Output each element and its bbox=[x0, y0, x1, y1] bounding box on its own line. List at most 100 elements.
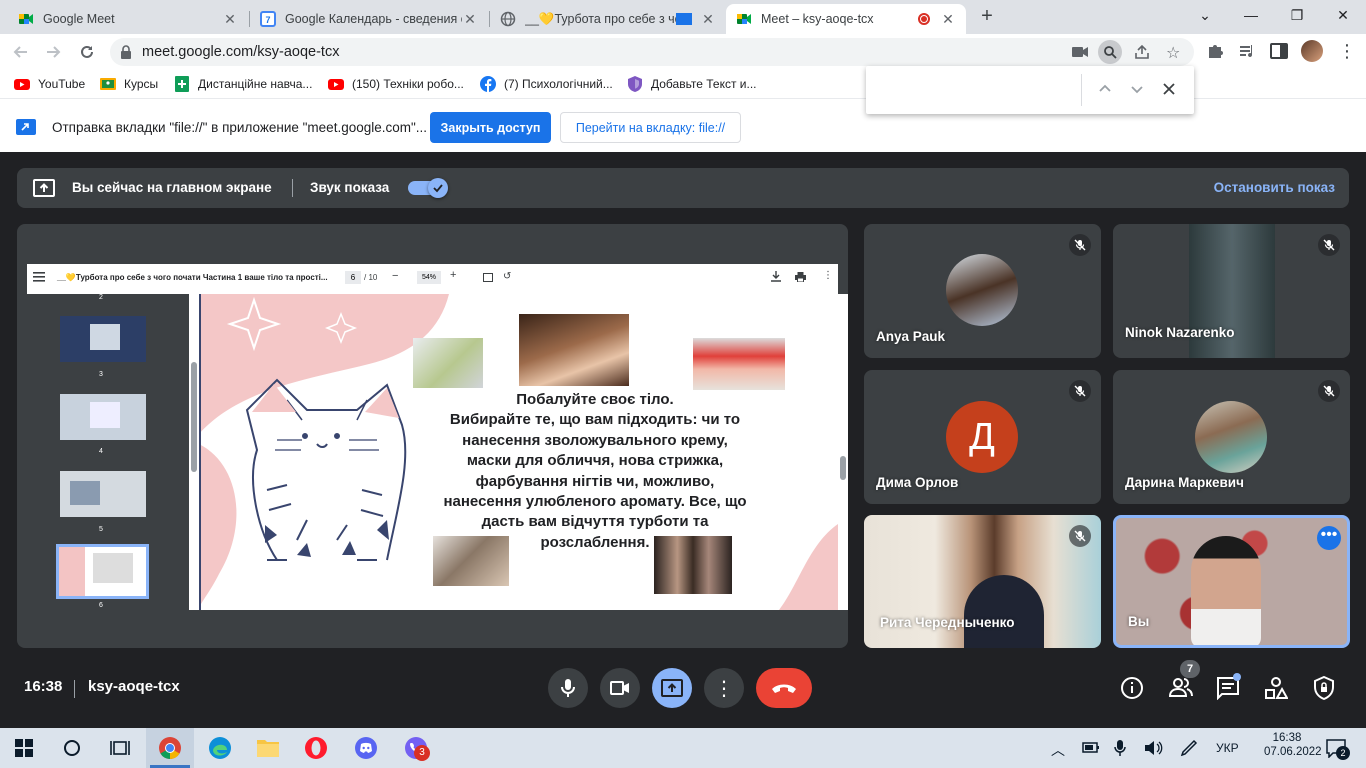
rotate-icon[interactable]: ↺ bbox=[503, 271, 511, 282]
extensions-puzzle-icon[interactable] bbox=[1206, 42, 1226, 62]
bookmark-youtube[interactable]: YouTube bbox=[14, 70, 85, 98]
battery-icon[interactable] bbox=[1082, 740, 1100, 754]
activities-shapes-icon[interactable] bbox=[1264, 676, 1288, 700]
bookmark-kursy[interactable]: Курсы bbox=[100, 70, 158, 98]
pdf-page-input[interactable]: 6 bbox=[345, 271, 361, 284]
address-bar[interactable]: meet.google.com/ksy-aoqe-tcx ☆ bbox=[110, 38, 1194, 66]
search-circle-icon[interactable] bbox=[48, 728, 96, 768]
pdf-thumb-3[interactable] bbox=[60, 316, 146, 362]
find-previous-chevron-up-icon[interactable] bbox=[1096, 80, 1114, 98]
globe-icon bbox=[500, 11, 516, 27]
participants-people-icon[interactable] bbox=[1168, 676, 1194, 698]
windows-start-icon[interactable] bbox=[0, 728, 48, 768]
close-tab-icon[interactable]: ✕ bbox=[462, 11, 478, 27]
participant-tile[interactable]: Ninok Nazarenko bbox=[1113, 224, 1350, 358]
pdf-thumb-4[interactable] bbox=[60, 394, 146, 440]
participant-tile[interactable]: Anya Pauk bbox=[864, 224, 1101, 358]
browser-menu-kebab-icon[interactable]: ⋮ bbox=[1338, 42, 1356, 60]
close-tab-icon[interactable]: ✕ bbox=[700, 11, 716, 27]
more-options-kebab-icon[interactable]: ⋮ bbox=[704, 668, 744, 708]
presentation-audio-toggle[interactable] bbox=[408, 178, 448, 198]
minimize-icon[interactable]: — bbox=[1228, 0, 1274, 30]
pdf-thumb-5[interactable] bbox=[60, 471, 146, 517]
task-view-icon[interactable] bbox=[96, 728, 144, 768]
switch-to-tab-button[interactable]: Перейти на вкладку: file:// bbox=[560, 112, 741, 143]
thumb-scrollbar[interactable] bbox=[189, 294, 199, 610]
discord-taskbar-icon[interactable] bbox=[342, 728, 390, 768]
bookmark-add-text[interactable]: Добавьте Текст и... bbox=[627, 70, 757, 98]
bookmark-star-icon[interactable]: ☆ bbox=[1166, 43, 1180, 63]
find-input[interactable] bbox=[874, 74, 1080, 106]
close-tab-icon[interactable]: ✕ bbox=[940, 11, 956, 27]
zoom-out-minus-icon[interactable]: − bbox=[392, 270, 398, 282]
leave-call-button[interactable] bbox=[756, 668, 812, 708]
profile-avatar[interactable] bbox=[1301, 40, 1323, 62]
bookmark-psychology[interactable]: (7) Психологічний... bbox=[480, 70, 613, 98]
page-scrollbar[interactable] bbox=[838, 294, 848, 610]
mic-off-icon bbox=[1069, 234, 1091, 256]
zoom-in-plus-icon[interactable]: + bbox=[450, 269, 456, 281]
avatar bbox=[1195, 401, 1267, 473]
tray-microphone-icon[interactable] bbox=[1114, 739, 1126, 757]
pdf-thumbnail-sidebar: 2 3 4 5 6 bbox=[27, 294, 189, 610]
download-icon[interactable] bbox=[771, 271, 781, 282]
slide-line: нанесення зволожувального крему, bbox=[462, 431, 728, 449]
toggle-check-icon bbox=[428, 178, 448, 198]
restore-icon[interactable]: ❐ bbox=[1274, 0, 1320, 30]
tray-chevron-up-icon[interactable]: ︿ bbox=[1051, 740, 1065, 760]
tab-title: __💛Турбота про себе з чо bbox=[525, 11, 676, 26]
bookmark-distance-learning[interactable]: Дистанційне навча... bbox=[174, 70, 312, 98]
share-icon[interactable] bbox=[1134, 44, 1150, 60]
participant-tile-self[interactable]: ••• Вы bbox=[1113, 515, 1350, 648]
clock[interactable]: 16:38 07.06.2022 bbox=[1264, 732, 1322, 758]
media-control-icon[interactable] bbox=[1238, 42, 1258, 62]
participant-tile[interactable]: Дарина Маркевич bbox=[1113, 370, 1350, 504]
stop-sharing-button[interactable]: Закрыть доступ bbox=[430, 112, 551, 143]
camera-button[interactable] bbox=[600, 668, 640, 708]
pdf-zoom-input[interactable]: 54% bbox=[417, 271, 441, 284]
sheets-plus-icon bbox=[174, 76, 190, 92]
pen-ink-icon[interactable] bbox=[1180, 739, 1198, 757]
volume-speaker-icon[interactable] bbox=[1144, 740, 1164, 756]
camera-in-use-icon[interactable] bbox=[1072, 45, 1088, 59]
participant-tile[interactable]: Рита Чередныченко bbox=[864, 515, 1101, 648]
participant-name: Вы bbox=[1128, 614, 1150, 629]
bookmark-techniques[interactable]: (150) Техніки робо... bbox=[328, 70, 464, 98]
input-language[interactable]: УКР bbox=[1216, 741, 1239, 755]
edge-taskbar-icon[interactable] bbox=[196, 728, 244, 768]
back-arrow-icon[interactable] bbox=[8, 39, 34, 65]
tab-pdf-document[interactable]: __💛Турбота про себе з чо ✕ bbox=[490, 4, 726, 34]
tab-meet-active[interactable]: Meet – ksy-aoqe-tcx ✕ bbox=[726, 4, 966, 34]
stop-presenting-button[interactable]: Остановить показ bbox=[1214, 180, 1335, 195]
chrome-taskbar-icon[interactable] bbox=[146, 728, 194, 768]
tab-search-chevron-icon[interactable]: ⌄ bbox=[1182, 0, 1228, 30]
file-explorer-folder-icon[interactable] bbox=[244, 728, 292, 768]
tab-google-calendar[interactable]: 7 Google Календарь - сведения о ✕ bbox=[250, 4, 488, 34]
find-close-icon[interactable] bbox=[1160, 80, 1178, 98]
opera-taskbar-icon[interactable] bbox=[292, 728, 340, 768]
side-panel-icon[interactable] bbox=[1270, 43, 1288, 59]
reload-icon[interactable] bbox=[74, 39, 100, 65]
tab-share-icon bbox=[16, 119, 36, 135]
window-close-icon[interactable]: ✕ bbox=[1320, 0, 1366, 30]
fit-page-icon[interactable] bbox=[483, 273, 493, 282]
tile-more-options-icon[interactable]: ••• bbox=[1317, 526, 1341, 550]
participant-tile[interactable]: Д Дима Орлов bbox=[864, 370, 1101, 504]
find-next-chevron-down-icon[interactable] bbox=[1128, 80, 1146, 98]
host-controls-shield-icon[interactable] bbox=[1312, 676, 1336, 700]
microphone-button[interactable] bbox=[548, 668, 588, 708]
bottom-divider bbox=[74, 680, 75, 698]
tab-google-meet[interactable]: Google Meet ✕ bbox=[8, 4, 248, 34]
pdf-thumb-6-selected[interactable] bbox=[56, 544, 149, 599]
pdf-more-kebab-icon[interactable]: ⋮ bbox=[823, 270, 833, 281]
hang-up-phone-icon bbox=[772, 684, 796, 693]
meeting-info-icon[interactable] bbox=[1120, 676, 1144, 700]
find-zoom-icon[interactable] bbox=[1098, 40, 1122, 64]
pdf-menu-hamburger-icon[interactable] bbox=[33, 272, 45, 282]
print-icon[interactable] bbox=[795, 272, 806, 282]
avatar-initial: Д bbox=[946, 401, 1018, 473]
new-tab-plus-icon[interactable]: + bbox=[976, 6, 998, 28]
forward-arrow-icon[interactable] bbox=[40, 39, 66, 65]
close-tab-icon[interactable]: ✕ bbox=[222, 11, 238, 27]
present-now-button[interactable] bbox=[652, 668, 692, 708]
